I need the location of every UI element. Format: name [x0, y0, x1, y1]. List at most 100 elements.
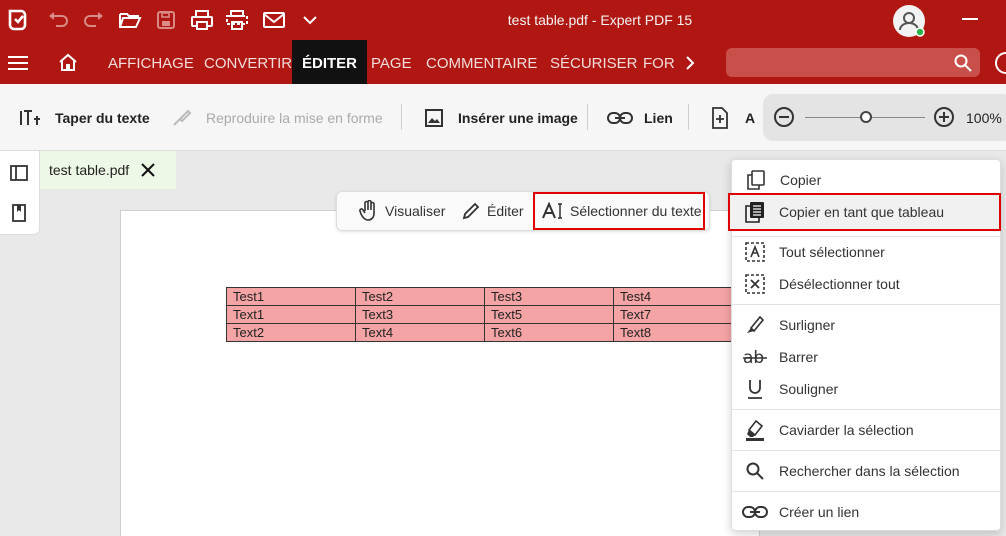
search-icon: [731, 462, 779, 480]
table-cell[interactable]: Test2: [355, 287, 485, 306]
menu-item-create-link[interactable]: Créer un lien: [731, 496, 1001, 528]
table-cell[interactable]: Text2: [226, 323, 356, 342]
menu-divider: [731, 409, 1001, 410]
zoom-panel: 100%: [763, 94, 1006, 141]
tab-formulaires[interactable]: FOR: [643, 40, 675, 84]
tab-securiser[interactable]: SÉCURISER: [550, 40, 638, 84]
menu-item-search[interactable]: Rechercher dans la sélection: [731, 455, 1001, 487]
toolbar-divider: [688, 104, 689, 130]
menu-item-label: Copier en tant que tableau: [779, 204, 945, 220]
edit-toolbar: Taper du texte Reproduire la mise en for…: [0, 84, 1006, 151]
menu-item-label: Tout sélectionner: [779, 244, 885, 260]
close-icon[interactable]: [141, 163, 155, 177]
home-icon[interactable]: [58, 53, 78, 71]
insert-image-label: Insérer une image: [458, 109, 578, 126]
ribbon-tab-bar: AFFICHAGE CONVERTIR ÉDITER PAGE COMMENTA…: [0, 40, 1006, 84]
menu-item-copy-as-table[interactable]: Copier en tant que tableau: [731, 195, 1001, 229]
menu-item-copy[interactable]: Copier: [732, 164, 1002, 196]
document-tab[interactable]: test table.pdf: [40, 151, 176, 189]
table-cell[interactable]: Text1: [226, 305, 356, 324]
menu-item-label: Surligner: [779, 317, 836, 333]
search-icon[interactable]: [954, 54, 972, 72]
panel-toggle-icon[interactable]: [10, 165, 28, 181]
toolbar-divider: [587, 104, 588, 130]
table-cell[interactable]: Test4: [613, 287, 743, 306]
table-cell[interactable]: Text8: [613, 323, 743, 342]
zoom-level: 100%: [966, 110, 1002, 126]
menu-item-deselect-all[interactable]: Désélectionner tout: [731, 268, 1001, 300]
type-text-label: Taper du texte: [55, 109, 150, 126]
bookmark-icon[interactable]: [12, 204, 26, 222]
help-icon[interactable]: [995, 52, 1006, 74]
copy-icon: [732, 170, 780, 190]
link-icon: [731, 505, 779, 519]
format-painter-button[interactable]: Reproduire la mise en forme: [172, 84, 383, 151]
link-icon: [607, 111, 633, 124]
copy-table-icon: [731, 201, 779, 223]
edit-mode-button[interactable]: Éditer: [461, 192, 524, 230]
document-tab-label: test table.pdf: [49, 162, 130, 178]
minimize-icon[interactable]: [962, 18, 978, 20]
table-cell[interactable]: Text3: [355, 305, 485, 324]
add-page-icon: [712, 106, 728, 129]
table-cell[interactable]: Text6: [484, 323, 614, 342]
brush-icon: [173, 109, 192, 126]
menu-item-highlight[interactable]: Surligner: [731, 309, 1001, 341]
table-cell[interactable]: Test1: [226, 287, 356, 306]
image-icon: [425, 108, 443, 127]
chevron-right-icon[interactable]: [684, 55, 696, 71]
table-cell[interactable]: Text5: [484, 305, 614, 324]
eraser-icon: [731, 419, 779, 441]
menu-item-label: Créer un lien: [779, 504, 860, 520]
view-mode-button[interactable]: Visualiser: [359, 192, 445, 230]
link-button[interactable]: Lien: [607, 84, 673, 151]
tab-affichage[interactable]: AFFICHAGE: [108, 40, 194, 84]
insert-image-button[interactable]: Insérer une image: [425, 84, 578, 151]
underline-icon: [731, 379, 779, 399]
menu-item-row[interactable]: Copier en tant que tableau: [731, 196, 1001, 228]
hamburger-menu-icon[interactable]: [8, 55, 28, 71]
edit-mode-label: Éditer: [487, 203, 524, 219]
side-panel: [0, 151, 40, 235]
user-avatar-icon[interactable]: [893, 5, 925, 37]
menu-item-redact[interactable]: Caviarder la sélection: [731, 414, 1001, 446]
search-input[interactable]: [726, 48, 980, 77]
menu-item-underline[interactable]: Souligner: [731, 373, 1001, 405]
hand-icon: [359, 200, 375, 221]
title-bar: test table.pdf - Expert PDF 15: [0, 0, 1006, 40]
view-mode-label: Visualiser: [385, 203, 446, 219]
menu-item-label: Rechercher dans la sélection: [779, 463, 960, 479]
table-cell[interactable]: Text7: [613, 305, 743, 324]
deselect-all-icon: [731, 274, 779, 294]
menu-item-label: Barrer: [779, 349, 818, 365]
document-table: Test1 Test2 Test3 Test4 Text1 Text3 Text…: [226, 287, 743, 342]
tab-editer[interactable]: ÉDITER: [292, 40, 368, 84]
strikethrough-icon: ab: [731, 348, 779, 366]
table-cell[interactable]: Test3: [484, 287, 614, 306]
menu-divider: [731, 450, 1001, 451]
tab-page[interactable]: PAGE: [371, 40, 412, 84]
menu-divider: [731, 304, 1001, 305]
type-text-icon: [20, 109, 40, 125]
menu-item-label: Souligner: [779, 381, 839, 397]
zoom-slider-thumb[interactable]: [860, 111, 872, 123]
tab-commentaire[interactable]: COMMENTAIRE: [426, 40, 537, 84]
pdf-page: [120, 210, 760, 536]
tab-convertir[interactable]: CONVERTIR: [204, 40, 292, 84]
table-row: Text1 Text3 Text5 Text7: [226, 305, 743, 324]
menu-item-strikeout[interactable]: ab Barrer: [731, 341, 1001, 373]
select-all-icon: [731, 242, 779, 262]
menu-divider: [731, 491, 1001, 492]
zoom-out-icon[interactable]: [773, 106, 795, 128]
zoom-in-icon[interactable]: [933, 106, 955, 128]
highlighter-icon: [731, 315, 779, 335]
add-button[interactable]: A: [711, 84, 755, 151]
table-cell[interactable]: Text4: [355, 323, 485, 342]
toolbar-divider: [401, 104, 402, 130]
menu-item-label: Désélectionner tout: [779, 276, 900, 292]
format-painter-label: Reproduire la mise en forme: [206, 109, 383, 126]
svg-text:ab: ab: [743, 348, 764, 366]
type-text-button[interactable]: Taper du texte: [20, 84, 150, 151]
menu-item-select-all[interactable]: Tout sélectionner: [731, 236, 1001, 268]
menu-item-label: Copier: [780, 172, 822, 188]
